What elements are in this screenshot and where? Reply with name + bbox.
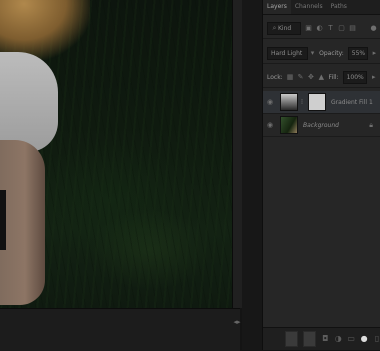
link-icon[interactable]: ⁞: [300, 98, 304, 106]
photo-arm: [0, 140, 45, 305]
new-layer-icon[interactable]: ●: [360, 334, 368, 344]
search-icon: ⌕: [272, 24, 277, 32]
blend-row: Hard Light ▾ Opacity: 55% ▸: [267, 47, 377, 60]
canvas-status-bar: [0, 308, 240, 351]
fill-field[interactable]: 100%: [342, 71, 367, 84]
filter-toggle-icon[interactable]: ●: [370, 25, 377, 32]
tab-paths[interactable]: Paths: [327, 0, 351, 14]
scroll-arrow-icon[interactable]: ◂▸: [232, 318, 242, 328]
filter-smart-icon[interactable]: ▤: [349, 25, 356, 32]
filter-kind-label: Kind: [278, 25, 292, 32]
blend-mode-dropdown[interactable]: Hard Light: [267, 47, 308, 60]
eye-icon[interactable]: ◉: [263, 98, 277, 106]
layer-thumbnail-gradient[interactable]: [280, 93, 298, 111]
filter-pixel-icon[interactable]: ▣: [305, 25, 312, 32]
filter-adjustment-icon[interactable]: ◐: [316, 25, 323, 32]
tab-layers[interactable]: Layers: [263, 0, 291, 14]
lock-move-icon[interactable]: ✥: [308, 74, 314, 81]
photo-hair: [0, 0, 90, 60]
filter-type-icon[interactable]: T: [327, 25, 334, 32]
panel-tabs: Layers Channels Paths: [263, 0, 380, 15]
panel-footer: ◘ ◑ ▭ ● ▯: [263, 327, 380, 350]
filter-shape-icon[interactable]: ▢: [338, 25, 345, 32]
lock-icon: 🔒︎: [369, 120, 373, 129]
document-canvas[interactable]: [0, 0, 232, 308]
layer-row-background[interactable]: ◉ Background 🔒︎: [263, 114, 380, 137]
eye-icon[interactable]: ◉: [263, 121, 277, 129]
lock-paint-icon[interactable]: ✎: [297, 74, 304, 81]
photo-shadow: [0, 190, 6, 250]
opacity-label: Opacity:: [319, 50, 344, 57]
layer-name[interactable]: Gradient Fill 1: [331, 99, 373, 106]
chevron-down-icon: ▾: [310, 49, 315, 57]
divider: [263, 87, 380, 88]
lock-label: Lock:: [267, 74, 283, 81]
lock-row: Lock: ▦ ✎ ✥ ▲ Fill: 100% ▸: [267, 71, 377, 84]
fill-label: Fill:: [328, 74, 339, 81]
lock-all-icon[interactable]: ▲: [318, 74, 324, 81]
divider: [263, 63, 380, 64]
opacity-chevron-icon[interactable]: ▸: [372, 50, 377, 57]
layer-mask-thumbnail[interactable]: [308, 93, 326, 111]
fx-icon[interactable]: [303, 331, 317, 347]
folder-icon[interactable]: ▭: [347, 334, 355, 344]
divider: [263, 38, 380, 39]
link-layers-icon[interactable]: [285, 331, 299, 347]
trash-icon[interactable]: ▯: [373, 334, 380, 344]
fill-chevron-icon[interactable]: ▸: [371, 74, 377, 81]
adjustment-icon[interactable]: ◑: [334, 334, 342, 344]
mask-icon[interactable]: ◘: [321, 334, 329, 344]
panel-gutter: [242, 0, 262, 350]
photo-shirt: [0, 52, 58, 152]
opacity-field[interactable]: 55%: [347, 47, 368, 60]
lock-transparent-icon[interactable]: ▦: [287, 74, 294, 81]
tab-channels[interactable]: Channels: [291, 0, 327, 14]
filter-kind-dropdown[interactable]: ⌕ Kind: [267, 22, 301, 35]
layer-row-gradient-fill[interactable]: ◉ ⁞ Gradient Fill 1: [263, 91, 380, 114]
layers-panel: Layers Channels Paths ⌕ Kind ▣ ◐ T ▢ ▤ ● …: [262, 0, 380, 350]
layer-name[interactable]: Background: [303, 122, 339, 129]
filter-row: ⌕ Kind ▣ ◐ T ▢ ▤ ●: [267, 22, 377, 35]
layer-thumbnail-background[interactable]: [280, 116, 298, 134]
